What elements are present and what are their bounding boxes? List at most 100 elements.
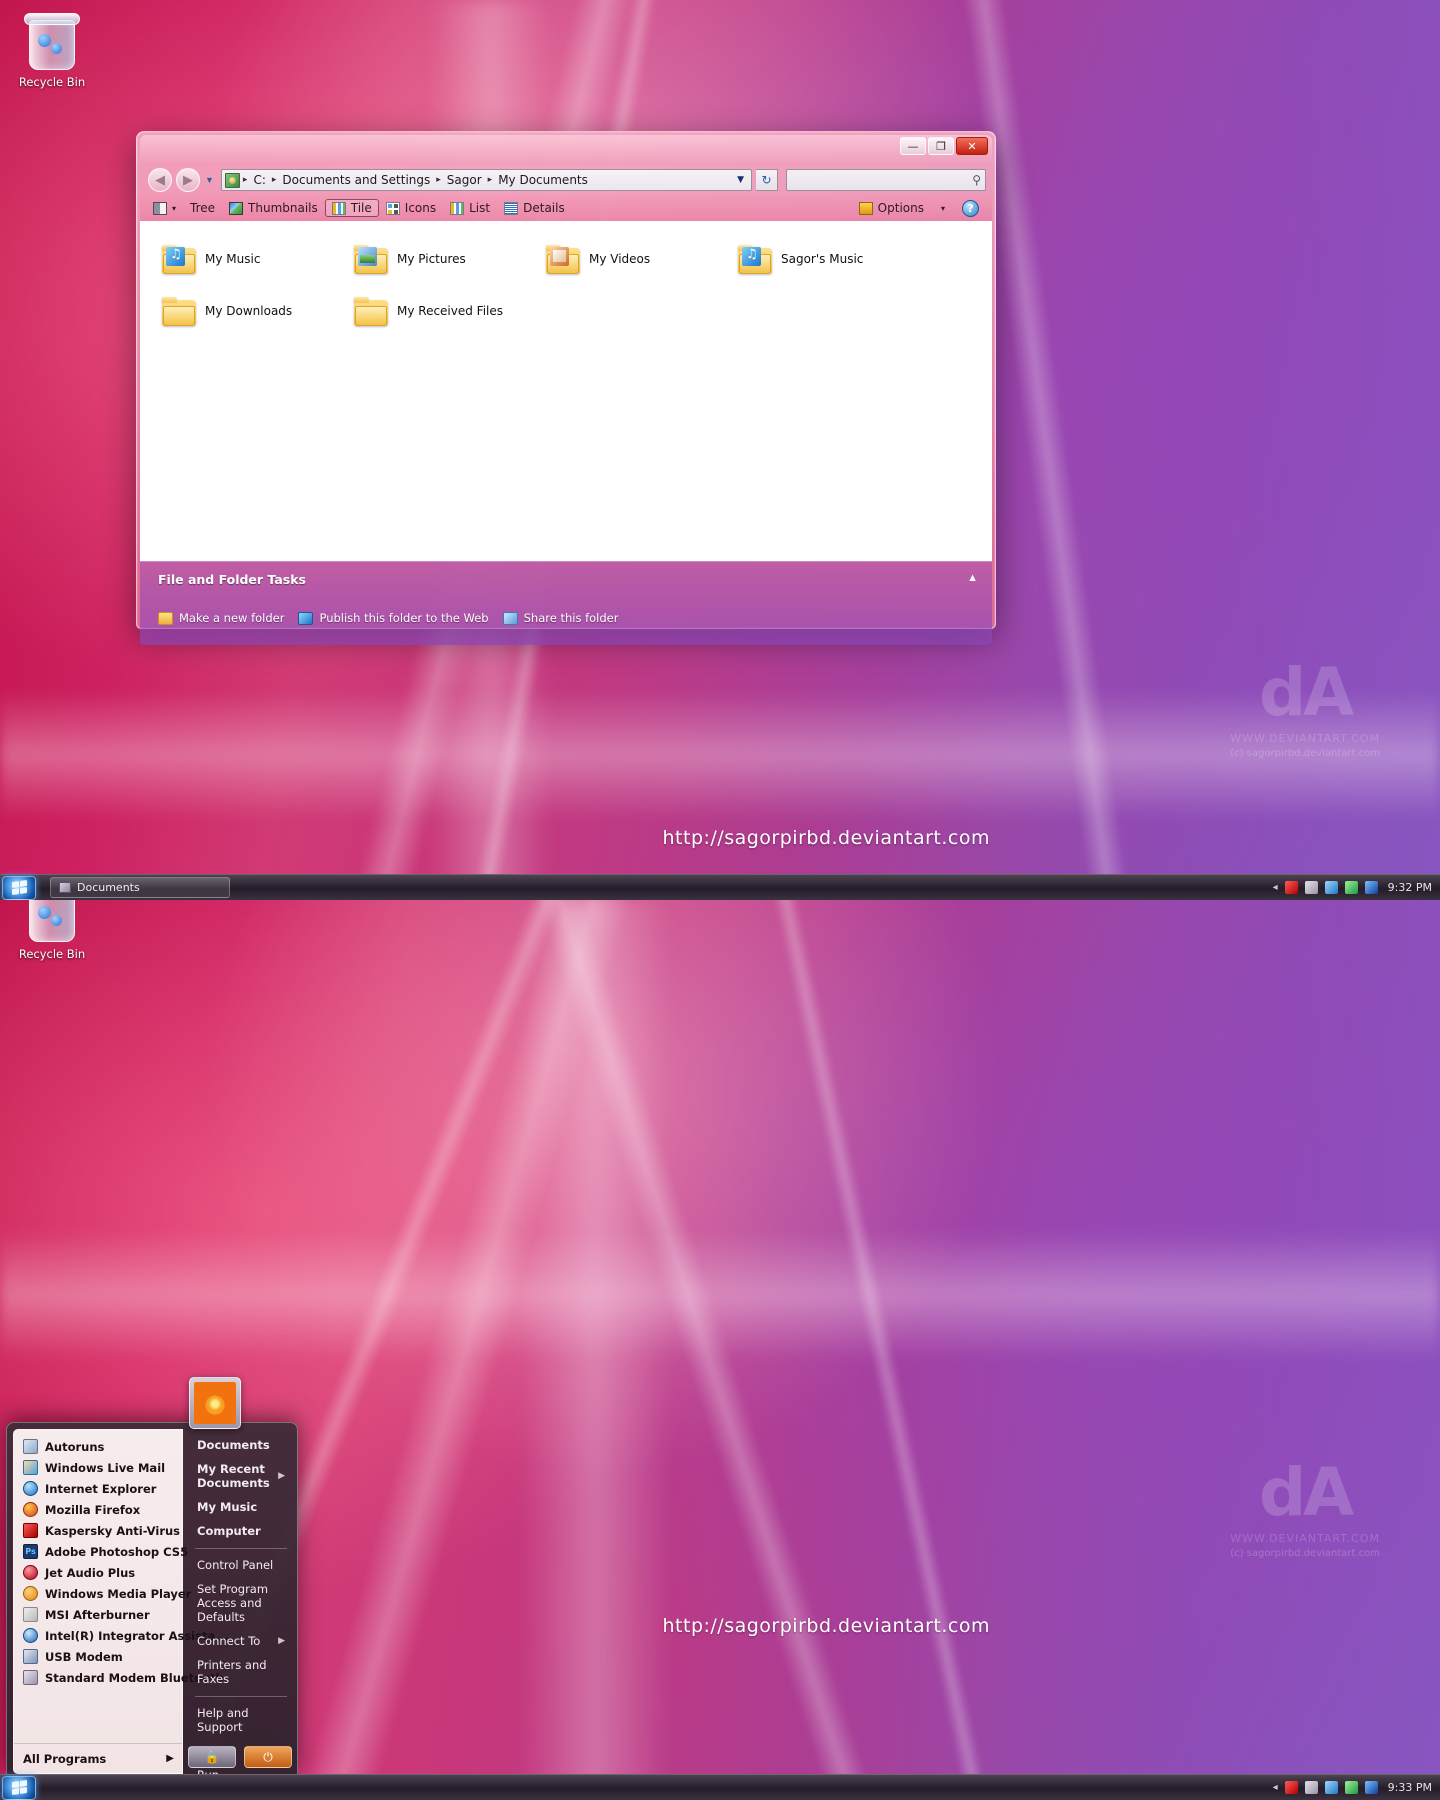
start-menu-item-msi-afterburner[interactable]: MSI Afterburner — [14, 1604, 182, 1625]
start-menu-item-internet-explorer[interactable]: Internet Explorer — [14, 1478, 182, 1499]
minimize-button[interactable]: — — [900, 137, 926, 155]
clock[interactable]: 9:33 PM — [1388, 1781, 1432, 1794]
bluetooth-icon[interactable] — [1364, 1781, 1378, 1794]
start-menu-item-windows-live-mail[interactable]: Windows Live Mail — [14, 1457, 182, 1478]
forward-button[interactable]: ▶ — [176, 168, 200, 192]
lock-button[interactable]: 🔒 — [188, 1746, 236, 1768]
tray-chevron-icon[interactable]: ◂ — [1273, 882, 1278, 893]
item-label: Set Program Access and Defaults — [197, 1582, 269, 1624]
taskbar-bottom[interactable]: ◂ 9:33 PM — [0, 1774, 1440, 1800]
new-folder-icon — [158, 611, 173, 625]
start-menu[interactable]: Autoruns Windows Live Mail Internet Expl… — [6, 1377, 298, 1782]
help-button[interactable]: ? — [952, 198, 986, 219]
start-menu-item-standard-modem-bluetooth[interactable]: Standard Modem Bluetooth — [14, 1667, 224, 1688]
start-menu-item-my-music[interactable]: My Music — [195, 1495, 287, 1519]
start-menu-item-help-and-support[interactable]: Help and Support — [195, 1701, 287, 1739]
start-menu-item-printers-and-faxes[interactable]: Printers and Faxes — [195, 1653, 287, 1691]
toolbar-item-tree[interactable]: Tree — [183, 199, 222, 217]
views-button[interactable]: ▾ — [146, 200, 183, 217]
options-button[interactable]: Options — [852, 199, 931, 217]
list-icon — [450, 201, 465, 215]
network-icon[interactable] — [1324, 1781, 1338, 1794]
breadcrumb-item-1[interactable]: Documents and Settings — [277, 173, 435, 187]
file-item[interactable]: My Videos — [536, 233, 728, 285]
start-button[interactable] — [2, 1775, 36, 1800]
kaspersky-icon[interactable] — [1284, 881, 1298, 894]
make-new-folder-link[interactable]: Make a new folder — [158, 611, 284, 625]
search-input[interactable]: ⚲ — [786, 169, 986, 191]
tray-chevron-icon[interactable]: ◂ — [1273, 1782, 1278, 1793]
item-label: My Music — [197, 1500, 258, 1514]
desktop-screen-top: Recycle Bin dA WWW.DEVIANTART.COM (c) sa… — [0, 0, 1440, 900]
start-menu-item-adobe-photoshop[interactable]: Ps Adobe Photoshop CS5 — [14, 1541, 188, 1562]
breadcrumb-item-2[interactable]: Sagor — [442, 173, 487, 187]
shield-icon[interactable] — [1344, 1781, 1358, 1794]
publish-web-icon — [298, 611, 314, 625]
search-icon[interactable]: ⚲ — [972, 173, 981, 187]
shield-icon[interactable] — [1344, 881, 1358, 894]
kaspersky-icon[interactable] — [1284, 1781, 1298, 1794]
address-bar[interactable]: ▸ C: ▸ Documents and Settings ▸ Sagor ▸ … — [220, 169, 752, 191]
chevron-down-icon[interactable]: ▼ — [732, 175, 749, 185]
start-menu-item-mozilla-firefox[interactable]: Mozilla Firefox — [14, 1499, 182, 1520]
start-menu-item-kaspersky-anti-virus[interactable]: Kaspersky Anti-Virus — [14, 1520, 182, 1541]
start-menu-item-jet-audio-plus[interactable]: Jet Audio Plus — [14, 1562, 182, 1583]
start-button[interactable] — [2, 875, 36, 900]
start-menu-item-set-program-access[interactable]: Set Program Access and Defaults — [195, 1577, 287, 1629]
close-button[interactable]: ✕ — [956, 137, 988, 155]
item-label: Mozilla Firefox — [45, 1502, 141, 1517]
start-menu-item-connect-to[interactable]: Connect To ▶ — [195, 1629, 287, 1653]
toolbar-item-list[interactable]: List — [443, 199, 497, 217]
taskbar-task-documents[interactable]: Documents — [50, 877, 230, 898]
task-label: Documents — [77, 881, 140, 894]
maximize-button[interactable]: ❐ — [928, 137, 954, 155]
volume-icon[interactable] — [1304, 881, 1318, 894]
item-label: Computer — [197, 1524, 261, 1538]
volume-icon[interactable] — [1304, 1781, 1318, 1794]
network-icon[interactable] — [1324, 881, 1338, 894]
file-item[interactable]: Sagor's Music — [728, 233, 920, 285]
explorer-window[interactable]: — ❐ ✕ ◀ ▶ ▼ ▸ C: ▸ Documents and Setting… — [136, 131, 996, 645]
desktop-icon-recycle-bin[interactable]: Recycle Bin — [8, 900, 96, 961]
file-item[interactable]: My Music — [152, 233, 344, 285]
folder-icon-sagors-music — [738, 244, 772, 274]
toolbar-item-tile[interactable]: Tile — [324, 199, 379, 217]
file-list-pane[interactable]: My Music My Pictures My Videos Sagor's M… — [140, 221, 992, 561]
breadcrumb-item-3[interactable]: My Documents — [493, 173, 593, 187]
user-avatar[interactable] — [189, 1377, 241, 1429]
bluetooth-icon[interactable] — [1364, 881, 1378, 894]
file-item[interactable]: My Downloads — [152, 285, 344, 337]
refresh-icon[interactable]: ↻ — [756, 169, 778, 191]
start-menu-item-autoruns[interactable]: Autoruns — [14, 1436, 182, 1457]
start-menu-item-computer[interactable]: Computer — [195, 1519, 287, 1543]
file-item[interactable]: My Pictures — [344, 233, 536, 285]
all-programs-button[interactable]: All Programs ▶ — [14, 1743, 182, 1773]
file-item[interactable]: My Received Files — [344, 285, 536, 337]
toolbar-item-icons[interactable]: Icons — [379, 199, 443, 217]
start-menu-item-usb-modem[interactable]: USB Modem — [14, 1646, 182, 1667]
start-menu-item-windows-media-player[interactable]: Windows Media Player — [14, 1583, 191, 1604]
start-menu-item-documents[interactable]: Documents — [195, 1433, 287, 1457]
publish-folder-web-link[interactable]: Publish this folder to the Web — [298, 611, 489, 625]
options-dropdown[interactable]: ▾ — [931, 202, 952, 215]
history-caret-icon[interactable]: ▼ — [205, 175, 214, 185]
toolbar-item-details[interactable]: Details — [497, 199, 572, 217]
toolbar-item-thumbnails[interactable]: Thumbnails — [222, 199, 325, 217]
desktop-icon-recycle-bin[interactable]: Recycle Bin — [8, 10, 96, 89]
breadcrumb-item-0[interactable]: C: — [248, 173, 270, 187]
power-button[interactable]: ⏻ — [244, 1746, 292, 1768]
clock[interactable]: 9:32 PM — [1388, 881, 1432, 894]
task-panel-links: Make a new folder Publish this folder to… — [140, 587, 992, 625]
file-label: My Received Files — [397, 304, 504, 318]
taskbar-top[interactable]: Documents ◂ 9:32 PM — [0, 874, 1440, 900]
start-menu-item-intel-integrator[interactable]: Intel(R) Integrator Assista... — [14, 1625, 228, 1646]
back-button[interactable]: ◀ — [148, 168, 172, 192]
share-folder-link[interactable]: Share this folder — [502, 611, 618, 625]
file-label: My Videos — [589, 252, 651, 266]
collapse-icon[interactable]: ▲ — [967, 572, 978, 584]
chevron-right-icon: ▶ — [166, 1753, 174, 1764]
start-menu-item-control-panel[interactable]: Control Panel — [195, 1553, 287, 1577]
start-menu-item-my-recent-documents[interactable]: My Recent Documents ▶ — [195, 1457, 287, 1495]
window-titlebar[interactable]: — ❐ ✕ — [140, 135, 992, 165]
item-label: Jet Audio Plus — [45, 1565, 136, 1580]
